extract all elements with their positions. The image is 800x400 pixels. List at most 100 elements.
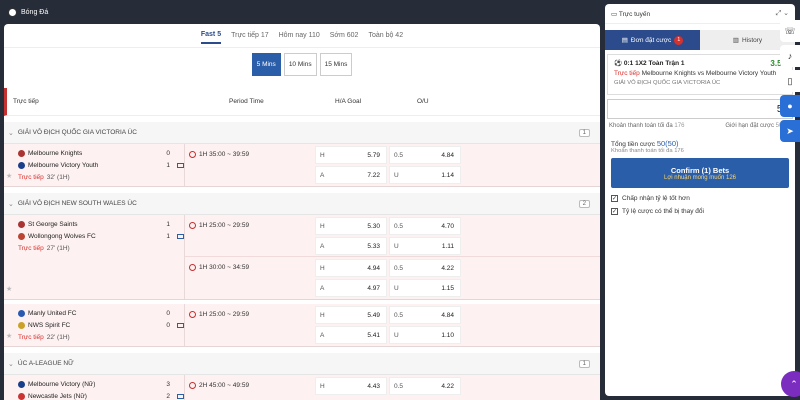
odds-home[interactable]: H 5.49 (315, 306, 387, 324)
telegram-icon[interactable]: ➤ (780, 120, 800, 142)
col-ou: O/U (417, 98, 429, 105)
accept-better-odds-checkbox[interactable]: ✓ Chấp nhận tỷ lệ tốt hơn (605, 192, 795, 205)
live-label: Trực tiếp (18, 173, 44, 181)
scroll-up-button[interactable]: ⌃ (781, 371, 800, 397)
tab-fast5[interactable]: Fast 5 (200, 27, 222, 44)
odds-home[interactable]: H 5.30 (315, 217, 387, 235)
league-header[interactable]: ⌄ GIẢI VÔ ĐỊCH NEW SOUTH WALES ÚC 2 (4, 193, 600, 215)
odds-change-checkbox[interactable]: ✓ Tỷ lệ cược có thể bị thay đổi (605, 205, 795, 218)
odds-over[interactable]: 0.5 4.22 (389, 377, 461, 395)
market-row: 2H 45:00 ~ 49:59 H 4.43 0.5 4.22 (185, 375, 600, 400)
stake-input[interactable]: 50 (607, 99, 793, 119)
odds-over[interactable]: 0.5 4.22 (389, 259, 461, 277)
odds-home[interactable]: H 5.79 (315, 146, 387, 164)
odds-over[interactable]: 0.5 4.70 (389, 217, 461, 235)
market-row: 1H 25:00 ~ 29:59 H 5.30 A 5.33 0.5 4.70 U 1.… (185, 215, 600, 257)
bet-slip-panel: ▭ Trực tuyến ⤢ ⌄ ▤ Đơn đặt cược 1 ▥ History… (605, 4, 795, 396)
col-ha-goal: H/A Goal (335, 98, 362, 105)
odds-away[interactable]: A 5.41 (315, 326, 387, 344)
live-stream-icon[interactable] (177, 393, 184, 399)
tab-bets[interactable]: ▤ Đơn đặt cược 1 (605, 30, 700, 50)
live-stream-icon[interactable] (177, 162, 184, 168)
market-row: 1H 25:00 ~ 29:59 H 5.49 A 5.41 0.5 4.84 U 1.… (185, 304, 600, 346)
match-time: 27' (1H) (46, 244, 70, 252)
column-header: Trực tiếp Period Time H/A Goal O/U (4, 88, 600, 116)
market-row: 1H 35:00 ~ 39:59 H 5.79 A 7.22 0.5 4.84 U 1.… (185, 144, 600, 186)
football-icon: ⚽ (614, 60, 623, 67)
away-team: Newcastle Jets (Nữ) (28, 392, 87, 400)
bet-slip-header: ▭ Trực tuyến ⤢ ⌄ (605, 4, 795, 24)
home-score: 0 (166, 149, 170, 157)
main-panel: Fast 5 Trực tiếp 17 Hôm nay 110 Sớm 602 … (4, 24, 600, 400)
away-score: 1 (166, 161, 170, 169)
selection-league: GIẢI VÔ ĐỊCH QUỐC GIA VICTORIA ÚC (614, 80, 721, 86)
period-selector: 5 Mins 10 Mins 15 Mins (4, 48, 600, 80)
market-row: 1H 30:00 ~ 34:59 H 4.94 A 4.97 0.5 4.22 U 1.… (185, 257, 600, 299)
odds-under[interactable]: U 1.14 (389, 166, 461, 184)
bell-icon[interactable]: ♪ (780, 45, 800, 67)
team-info: Manly United FC 0 NWS Spirit FC 0 Trực tiế… (4, 304, 185, 346)
chevron-down-icon: ⌄ (8, 129, 14, 137)
period-10mins[interactable]: 10 Mins (283, 52, 317, 76)
total-stake: Tổng tiền cược 50(50) Khoản thanh toán t… (611, 139, 684, 154)
period-5mins[interactable]: 5 Mins (251, 52, 281, 76)
match-row: Melbourne Victory (Nữ) 3 Newcastle Jets (… (4, 375, 600, 400)
expand-icon[interactable]: ⤢ (776, 10, 782, 17)
period-time: 1H 25:00 ~ 29:59 (199, 311, 250, 318)
odds-home[interactable]: H 4.94 (315, 259, 387, 277)
selection-match: Melbourne Knights vs Melbourne Victory Y… (641, 70, 777, 77)
odds-away[interactable]: A 5.33 (315, 237, 387, 255)
star-icon[interactable]: ★ (6, 172, 12, 180)
match-row: St George Saints 1 Wollongong Wolves FC 1 … (4, 215, 600, 300)
history-icon: ▥ (732, 37, 739, 44)
odds-under[interactable]: U 1.11 (389, 237, 461, 255)
period-15mins[interactable]: 15 Mins (319, 52, 353, 76)
team-logo-icon (18, 380, 25, 388)
chevron-down-icon: ⌄ (8, 200, 14, 208)
away-team: Wollongong Wolves FC (28, 232, 96, 240)
period-time: 2H 45:00 ~ 49:59 (199, 382, 250, 389)
team-logo-icon (18, 161, 25, 169)
odds-under[interactable]: U 1.10 (389, 326, 461, 344)
tab-all[interactable]: Toàn bộ 42 (368, 28, 403, 43)
star-icon[interactable]: ★ (6, 285, 12, 293)
home-team: Manly United FC (28, 309, 77, 317)
match-time: 22' (1H) (46, 333, 70, 341)
tab-early[interactable]: Sớm 602 (330, 28, 359, 43)
phone-icon[interactable]: ▯ (780, 70, 800, 92)
bet-slip-title: Trực tuyến (618, 10, 651, 18)
tab-today[interactable]: Hôm nay 110 (279, 28, 320, 43)
odds-under[interactable]: U 1.15 (389, 279, 461, 297)
football-icon (8, 7, 17, 17)
team-info: Melbourne Victory (Nữ) 3 Newcastle Jets (… (4, 375, 185, 400)
team-info: St George Saints 1 Wollongong Wolves FC 1 … (4, 215, 185, 299)
mic-icon[interactable]: ● (780, 95, 800, 117)
league-header[interactable]: ⌄ ÚC A-LEAGUE NỮ 1 (4, 353, 600, 375)
tab-live[interactable]: Trực tiếp 17 (231, 28, 269, 43)
team-logo-icon (18, 232, 25, 240)
collapse-icon[interactable]: ⌄ (783, 10, 789, 17)
support-icon[interactable]: ☏ (780, 20, 800, 42)
odds-away[interactable]: A 4.97 (315, 279, 387, 297)
league-name: GIẢI VÔ ĐỊCH QUỐC GIA VICTORIA ÚC (17, 129, 137, 136)
league-count: 2 (578, 199, 590, 208)
ticket-icon: ▤ (621, 37, 628, 44)
live-stream-icon[interactable] (177, 322, 184, 328)
star-icon[interactable]: ★ (6, 332, 12, 340)
confirm-bets-button[interactable]: Confirm (1) Bets Lợi nhuận mong muốn 126 (611, 158, 789, 188)
away-score: 0 (166, 321, 170, 329)
odds-over[interactable]: 0.5 4.84 (389, 306, 461, 324)
league-name: ÚC A-LEAGUE NỮ (17, 360, 74, 367)
odds-over[interactable]: 0.5 4.84 (389, 146, 461, 164)
odds-away[interactable]: A 7.22 (315, 166, 387, 184)
away-score: 1 (166, 232, 170, 240)
league-header[interactable]: ⌄ GIẢI VÔ ĐỊCH QUỐC GIA VICTORIA ÚC 1 (4, 122, 600, 144)
away-team: NWS Spirit FC (28, 321, 71, 329)
bet-selection: ⚽ 0:1 1X2 Toàn Trận 1 3.52 Trực tiếp Melb… (607, 54, 793, 95)
home-score: 3 (166, 380, 170, 388)
col-live: Trực tiếp (13, 98, 39, 105)
total-value: 50(50) (656, 139, 679, 148)
home-team: Melbourne Victory (Nữ) (28, 380, 96, 388)
odds-home[interactable]: H 4.43 (315, 377, 387, 395)
live-stream-icon[interactable] (177, 233, 184, 239)
